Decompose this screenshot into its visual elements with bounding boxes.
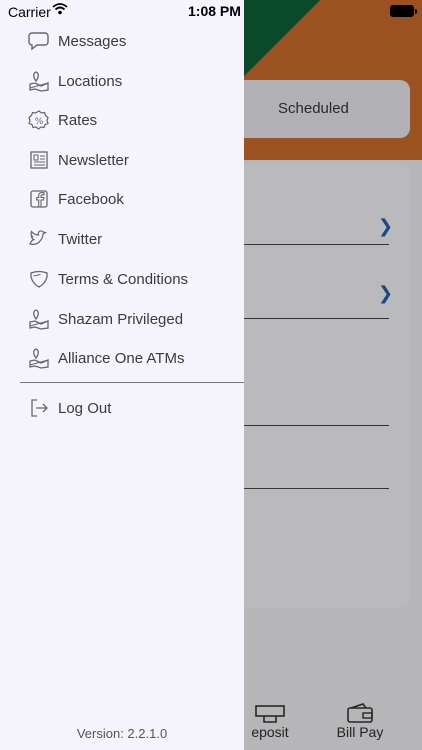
shield-icon [28, 268, 50, 290]
map-pin-icon [28, 308, 50, 330]
version-label: Version: 2.2.1.0 [76, 726, 168, 741]
menu-item-label: Rates [58, 111, 98, 129]
menu-item-twitter[interactable]: Twitter [28, 226, 238, 252]
menu-item-label: Alliance One ATMs [58, 349, 185, 367]
logout-button[interactable]: Log Out [28, 395, 238, 421]
logout-icon [28, 397, 50, 419]
newspaper-icon [28, 149, 50, 171]
side-drawer: Messages Locations % Rates Newsletter Fa… [0, 0, 244, 750]
facebook-icon [28, 188, 50, 210]
menu-item-label: Shazam Privileged [58, 310, 184, 328]
map-pin-icon [28, 70, 50, 92]
chat-bubble-icon [28, 30, 50, 52]
logout-label: Log Out [58, 399, 112, 417]
status-bar: Carrier 1:08 PM [0, 0, 422, 22]
menu-item-alliance-one-atms[interactable]: Alliance One ATMs [28, 345, 238, 371]
menu-item-messages[interactable]: Messages [28, 28, 238, 54]
menu-item-facebook[interactable]: Facebook [28, 186, 238, 212]
twitter-bird-icon [28, 228, 50, 250]
battery-icon [390, 5, 417, 17]
clock-time: 1:08 PM [188, 3, 241, 19]
menu-item-newsletter[interactable]: Newsletter [28, 147, 238, 173]
menu-item-rates[interactable]: % Rates [28, 107, 238, 133]
map-pin-icon [28, 347, 50, 369]
wifi-icon [52, 2, 68, 19]
menu-item-locations[interactable]: Locations [28, 68, 238, 94]
menu-item-label: Messages [58, 32, 127, 50]
menu-item-shazam-privileged[interactable]: Shazam Privileged [28, 306, 238, 332]
svg-text:%: % [35, 117, 44, 127]
menu-item-label: Newsletter [58, 151, 129, 169]
carrier-label: Carrier [8, 4, 51, 20]
menu-item-terms[interactable]: Terms & Conditions [28, 266, 238, 292]
percent-badge-icon: % [28, 109, 50, 131]
menu-item-label: Facebook [58, 190, 124, 208]
menu-divider [20, 382, 244, 383]
menu-item-label: Twitter [58, 230, 103, 248]
menu-item-label: Terms & Conditions [58, 270, 189, 288]
menu-item-label: Locations [58, 72, 123, 90]
